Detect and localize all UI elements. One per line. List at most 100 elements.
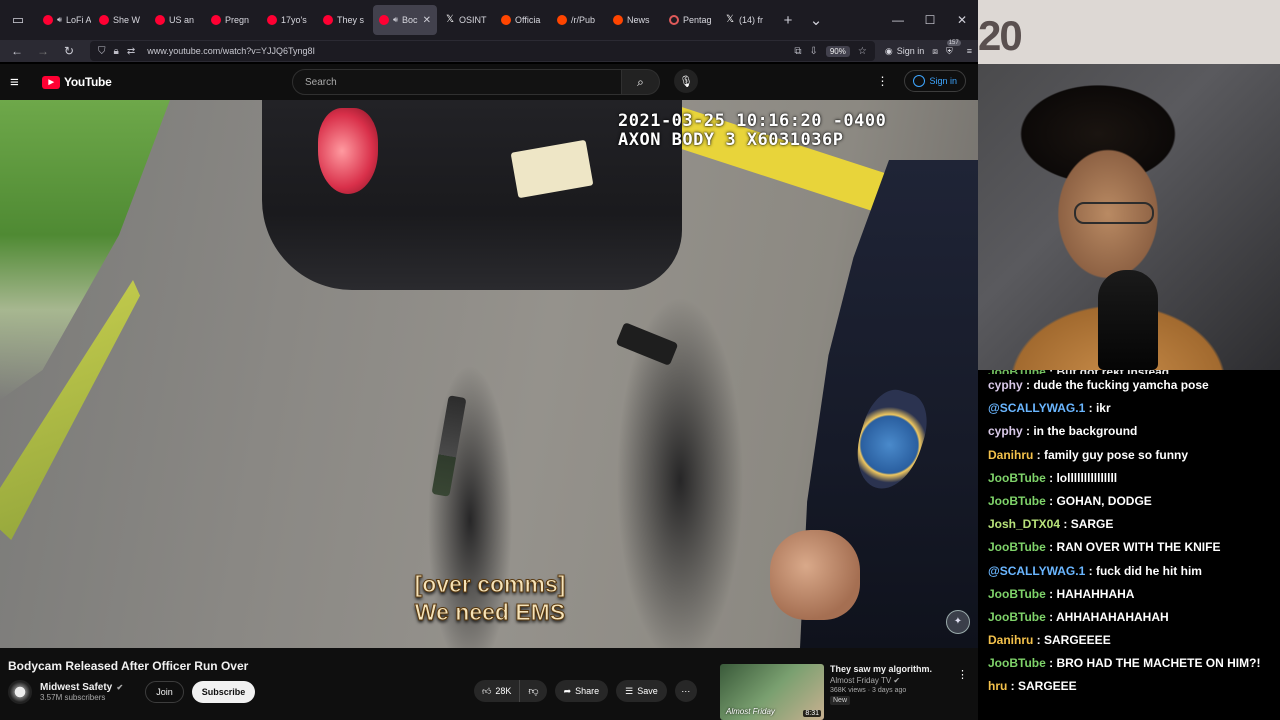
browser-tab[interactable]: 𝕏 (14) fr xyxy=(719,5,773,35)
recommended-thumbnail[interactable]: Almost Friday 8:31 xyxy=(720,664,824,720)
youtube-signin-button[interactable]: Sign in xyxy=(904,70,966,92)
channel-name[interactable]: Midwest Safety xyxy=(40,682,112,693)
user-icon xyxy=(913,75,926,87)
thumbs-down-icon: 👎︎ xyxy=(528,686,539,697)
reload-icon[interactable]: ↻ xyxy=(58,41,80,61)
save-button[interactable]: ☰ Save xyxy=(616,680,667,702)
menu-icon[interactable]: ≡ xyxy=(967,46,972,56)
browser-tab[interactable]: 🔊︎ LoFi A xyxy=(37,5,91,35)
browser-tab[interactable]: They s xyxy=(317,5,371,35)
lock-icon[interactable]: 🔒︎ xyxy=(114,46,119,57)
browser-tab[interactable]: US an xyxy=(149,5,203,35)
caption-line-1: [over comms] xyxy=(414,571,566,598)
picture-in-picture-icon[interactable]: ⧉ xyxy=(794,46,801,57)
chat-message: Danihru : SARGEEEE xyxy=(988,629,1270,652)
chat-message: Danihru : family guy pose so funny xyxy=(988,444,1270,467)
video-scene-machete xyxy=(431,395,467,497)
browser-tab[interactable]: News xyxy=(607,5,661,35)
channel-name-wrap[interactable]: Midwest Safety ✔ xyxy=(40,682,123,693)
url-text[interactable]: www.youtube.com/watch?v=YJJQ6Tyng8I xyxy=(147,46,315,56)
browser-tab-bar: ▭ 🔊︎ LoFi A She W US an Pregn 17yo's They s 🔊︎ B… xyxy=(0,0,978,40)
back-icon[interactable]: ← xyxy=(6,41,28,61)
channel-avatar[interactable] xyxy=(8,680,32,704)
browser-tab-label: Officia xyxy=(515,15,541,25)
speaker-icon[interactable]: 🔊︎ xyxy=(393,15,398,25)
chat-message: JooBTube : HAHAHHAHA xyxy=(988,583,1270,606)
chat-message: hru : SARGEEE xyxy=(988,675,1270,698)
share-button[interactable]: ➦ Share xyxy=(554,680,609,702)
video-title: Bodycam Released After Officer Run Over xyxy=(8,659,249,673)
address-bar[interactable]: ⛉ 🔒︎ ⇄ www.youtube.com/watch?v=YJJQ6Tyng… xyxy=(90,41,875,61)
video-player[interactable]: 2021-03-25 10:16:20 -0400 AXON BODY 3 X6… xyxy=(0,100,978,648)
extensions-icon[interactable]: ⧈ xyxy=(932,46,938,57)
dislike-button[interactable]: 👎︎ xyxy=(520,680,546,702)
browser-tab[interactable]: 𝕏 OSINT xyxy=(439,5,493,35)
new-tab-icon[interactable]: + xyxy=(774,0,802,40)
chat-username: Danihru xyxy=(988,447,1034,462)
zoom-level[interactable]: 90% xyxy=(825,45,850,57)
channel-row: Midwest Safety ✔ 3.57M subscribers Join … xyxy=(8,680,256,704)
search-input[interactable]: Search xyxy=(292,69,622,95)
video-scene-taillight xyxy=(318,108,378,194)
browser-tab[interactable]: Officia xyxy=(495,5,549,35)
browser-tab[interactable]: 17yo's xyxy=(261,5,315,35)
stream-overlay: 20 JooBTube : But got rekt instead.cyphy… xyxy=(978,0,1280,720)
recommended-title[interactable]: They saw my algorithm. xyxy=(830,664,978,674)
search-icon[interactable]: ⌕ xyxy=(622,69,660,95)
chat-message: JooBTube : BRO HAD THE MACHETE ON HIM?! xyxy=(988,652,1270,675)
chat-message: JooBTube : GOHAN, DODGE xyxy=(988,490,1270,513)
chat-message: @SCALLYWAG.1 : ikr xyxy=(988,397,1270,420)
browser-tab[interactable]: Pentag xyxy=(663,5,717,35)
account-signin-button[interactable]: ◉ Sign in xyxy=(885,46,924,57)
webcam-glasses xyxy=(1074,202,1154,224)
bookmark-star-icon[interactable]: ☆ xyxy=(858,46,867,57)
hamburger-menu-icon[interactable]: ≡ xyxy=(10,74,30,91)
recommended-channel[interactable]: Almost Friday TV xyxy=(830,676,891,685)
browser-tab-label: (14) fr xyxy=(739,15,764,25)
recommended-kebab-icon[interactable]: ⋮ xyxy=(957,668,968,681)
subscribe-button[interactable]: Subscribe xyxy=(191,681,256,703)
like-button[interactable]: 👍︎ 28K xyxy=(474,680,521,702)
chat-text: : BRO HAD THE MACHETE ON HIM?! xyxy=(1045,656,1261,671)
tab-list-icon[interactable]: ▭ xyxy=(0,0,36,40)
chevron-down-icon[interactable]: ⌄ xyxy=(802,0,830,40)
chat-text: : RAN OVER WITH THE KNIFE xyxy=(1045,540,1221,555)
join-button[interactable]: Join xyxy=(145,681,184,703)
bodycam-timestamp: 2021-03-25 10:16:20 -0400 AXON BODY 3 X6… xyxy=(618,112,886,150)
permissions-icon[interactable]: ⇄ xyxy=(127,46,135,57)
chat-text: : But got rekt instead. xyxy=(1046,370,1172,374)
youtube-header: ≡ ▶ YouTube Search ⌕ 🎙︎ ⋮ Sign in xyxy=(0,64,978,100)
chat-message: JooBTube : RAN OVER WITH THE KNIFE xyxy=(988,536,1270,559)
youtube-favicon-icon xyxy=(155,15,165,25)
reddit-logo-icon xyxy=(501,15,511,25)
youtube-logo[interactable]: ▶ YouTube xyxy=(42,75,112,89)
browser-tab[interactable]: 🔊︎ Boc ✕ xyxy=(373,5,437,35)
close-window-icon[interactable]: ✕ xyxy=(946,0,978,40)
browser-tab-label: 17yo's xyxy=(281,15,307,25)
youtube-favicon-icon xyxy=(267,15,277,25)
chat-message: Josh_DTX04 : SARGE xyxy=(988,513,1270,536)
forward-icon[interactable]: → xyxy=(32,41,54,61)
maximize-icon[interactable]: ☐ xyxy=(914,0,946,40)
download-page-icon[interactable]: ⇩ xyxy=(809,46,817,57)
overlay-number: 20 xyxy=(978,12,1023,59)
channel-watermark-icon[interactable]: ✦ xyxy=(946,610,970,634)
settings-kebab-icon[interactable]: ⋮ xyxy=(876,74,888,88)
chat-username: JooBTube xyxy=(988,493,1046,508)
shield-icon[interactable]: ⛉ xyxy=(98,46,106,57)
ublock-icon[interactable]: ⛨ 157 xyxy=(946,39,961,57)
chat-text: : SARGE xyxy=(1060,517,1114,532)
close-tab-icon[interactable]: ✕ xyxy=(423,15,431,26)
channel-text: Midwest Safety ✔ 3.57M subscribers xyxy=(40,682,123,702)
browser-tab[interactable]: She W xyxy=(93,5,147,35)
chat-text: : HAHAHHAHA xyxy=(1045,586,1135,601)
minimize-icon[interactable]: — xyxy=(882,0,914,40)
recommended-video[interactable]: Almost Friday 8:31 They saw my algorithm… xyxy=(720,664,978,720)
browser-tab[interactable]: Pregn xyxy=(205,5,259,35)
chat-text: : lolllllllllllllll xyxy=(1045,470,1118,485)
speaker-icon[interactable]: 🔊︎ xyxy=(57,15,62,25)
browser-tab[interactable]: /r/Pub xyxy=(551,5,605,35)
youtube-favicon-icon xyxy=(99,15,109,25)
more-actions-icon[interactable]: ⋯ xyxy=(674,680,697,702)
microphone-icon[interactable]: 🎙︎ xyxy=(674,69,698,93)
